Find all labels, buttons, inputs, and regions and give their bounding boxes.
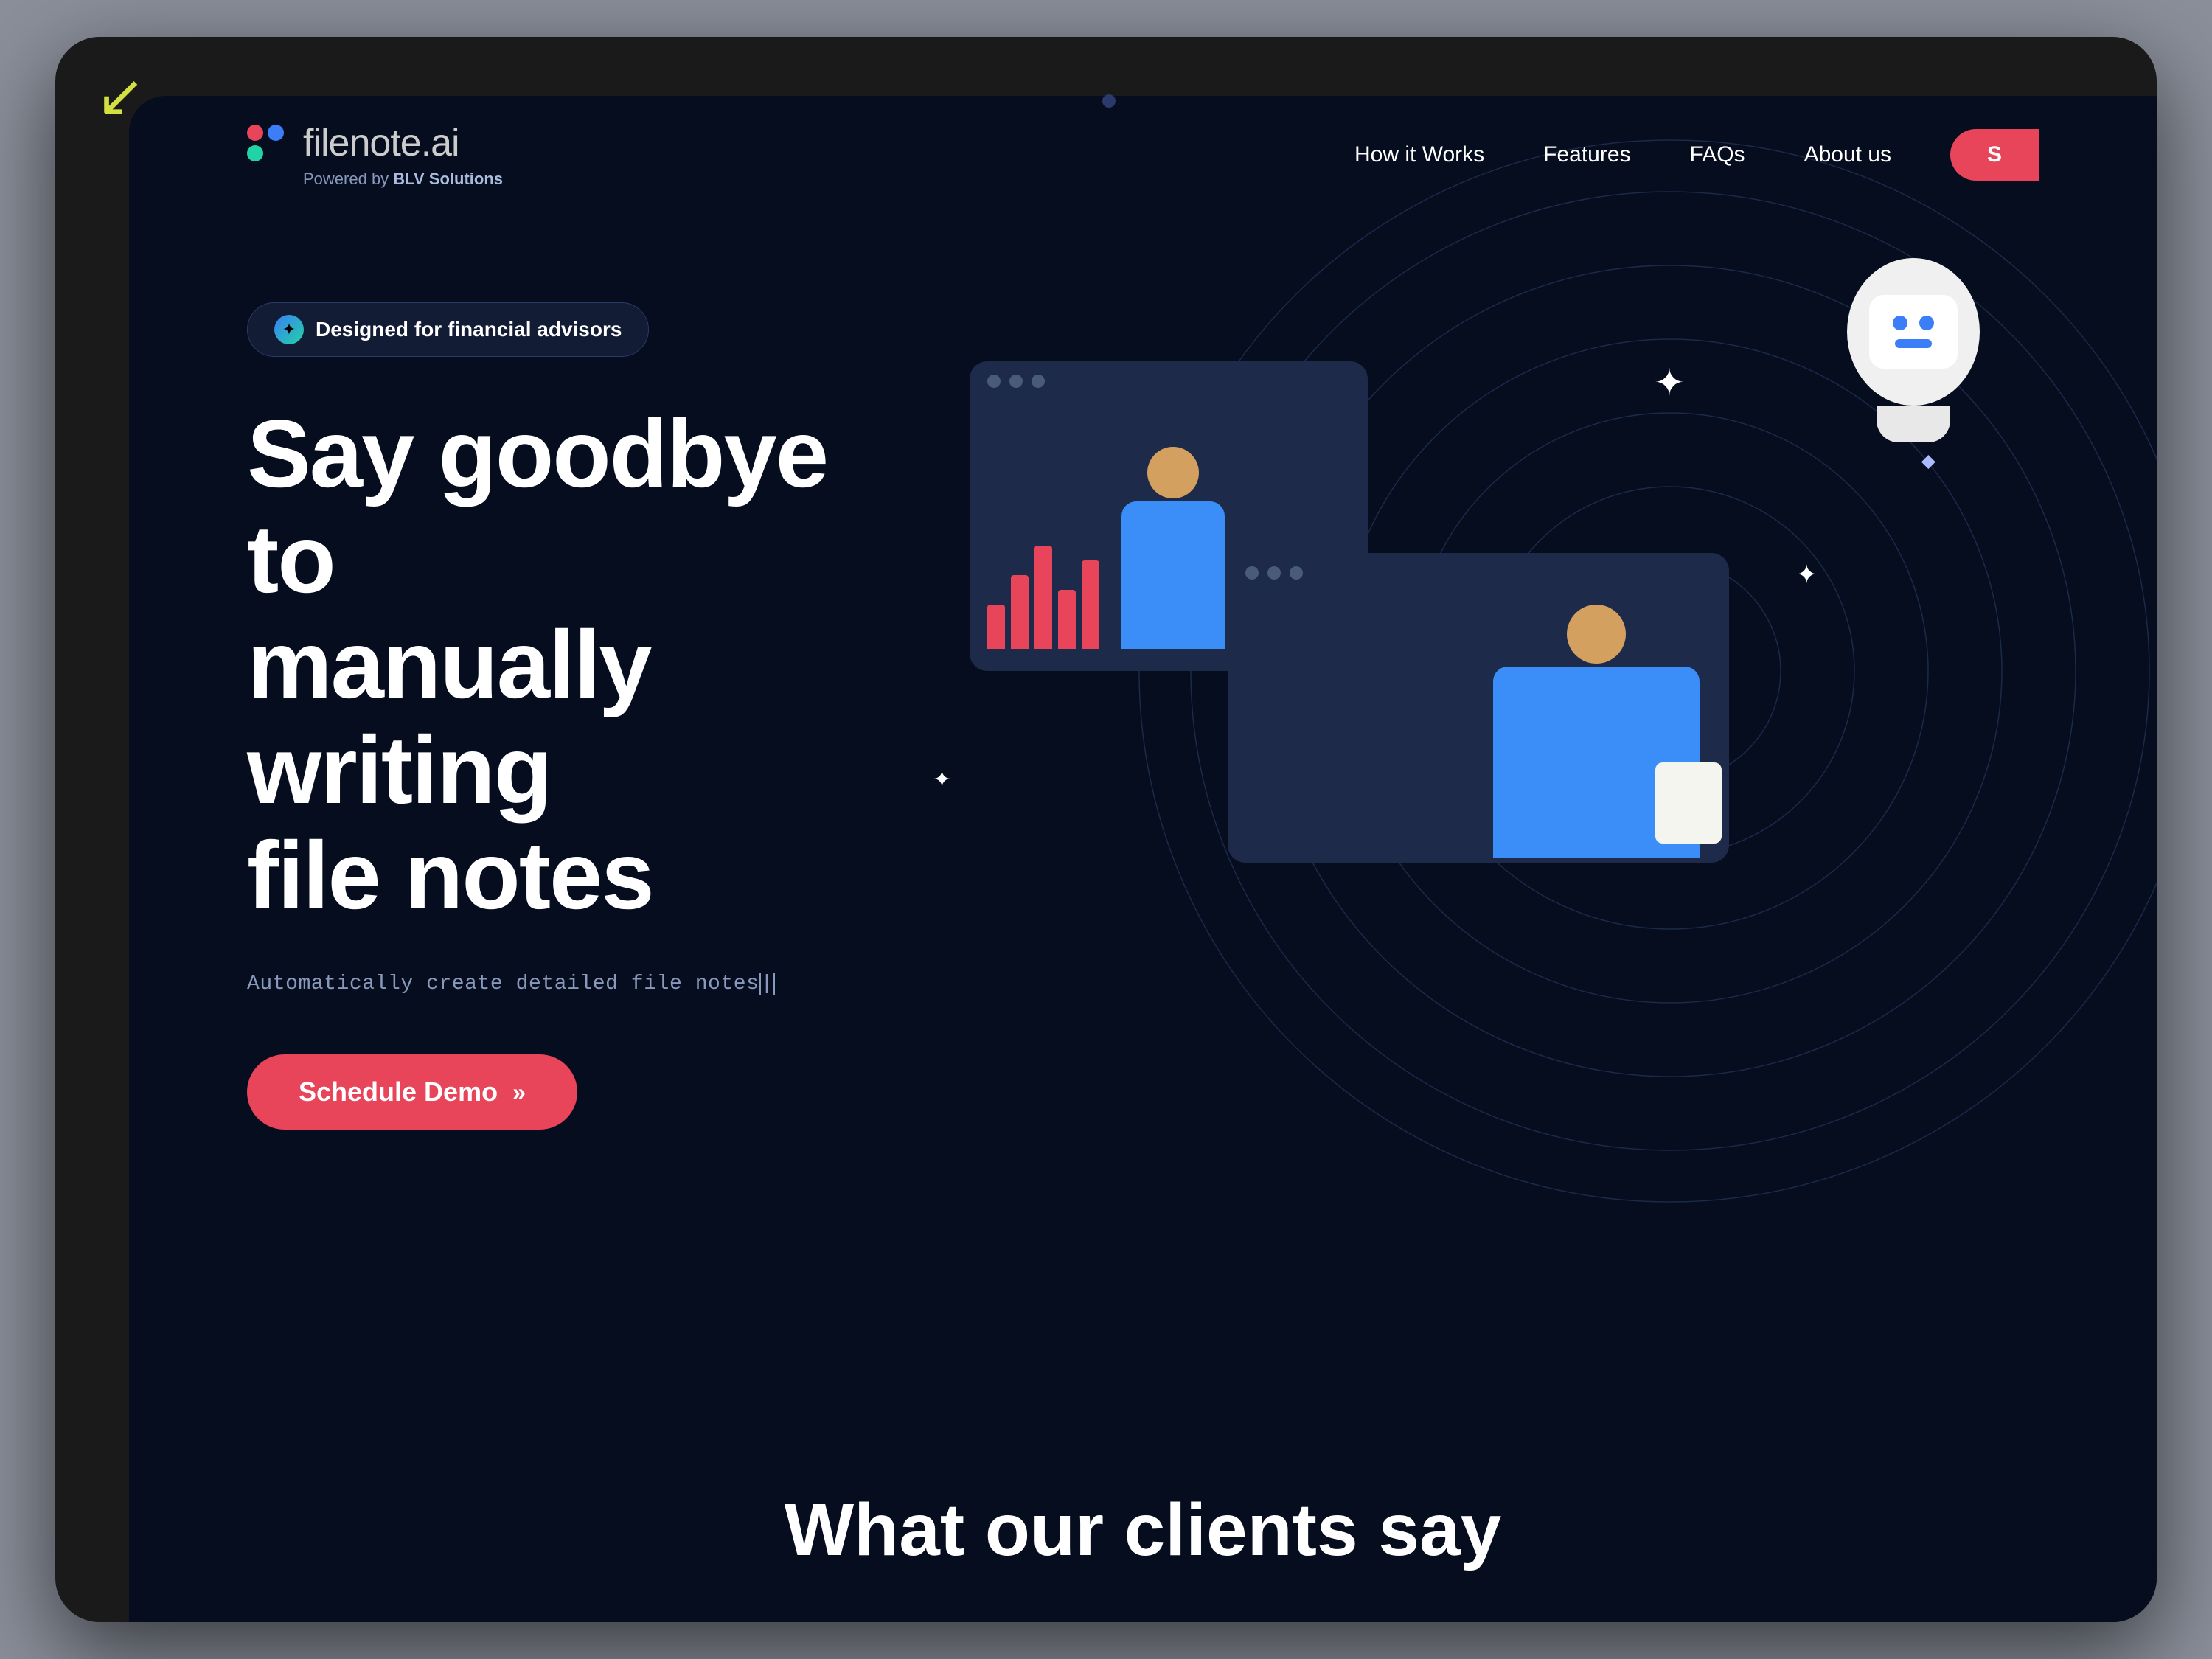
hero-subtitle: Automatically create detailed file notes… <box>247 973 911 995</box>
robot-eye-right <box>1919 316 1934 330</box>
robot-face <box>1869 295 1958 369</box>
hero-title-line2: manually writing <box>247 611 651 824</box>
chart-bar-3 <box>1034 546 1052 649</box>
card-person-area-2 <box>1228 593 1729 858</box>
dot-red <box>247 125 263 141</box>
screen: filenote.ai Powered by BLV Solutions How… <box>129 96 2157 1622</box>
brand-tld: .ai <box>421 122 459 164</box>
card-dot-3 <box>1032 375 1045 388</box>
mini-chart <box>987 531 1099 649</box>
signup-button[interactable]: S <box>1950 129 2039 181</box>
robot-body <box>1847 258 1980 406</box>
schedule-demo-button[interactable]: Schedule Demo » <box>247 1054 577 1130</box>
laptop-wrapper: ↙ filenote.ai <box>55 37 2157 1622</box>
sparkle-2: ✦ <box>1796 560 1818 590</box>
badge-icon: ✦ <box>274 315 304 344</box>
sparkle-1: ✦ <box>1654 361 1685 404</box>
person-figure-2 <box>1493 605 1700 858</box>
card-top-bar-1 <box>970 361 1368 401</box>
person-head-1 <box>1147 447 1199 498</box>
person-body-2 <box>1493 667 1700 858</box>
navbar: filenote.ai Powered by BLV Solutions How… <box>129 96 2157 214</box>
brand-name: filenote <box>303 122 421 164</box>
robot-figure <box>1847 258 1980 442</box>
logo-row: filenote.ai <box>247 121 503 165</box>
hero-illustration: ✦ ✦ ✦ ◆ <box>911 302 2039 966</box>
card-video-2 <box>1228 553 1729 863</box>
camera-dot <box>1102 94 1116 108</box>
chart-bar-5 <box>1082 560 1099 649</box>
card-dot-1 <box>987 375 1001 388</box>
bottom-section: What our clients say <box>129 1438 2157 1622</box>
hero-title-line1: Say goodbye to <box>247 400 827 613</box>
person-head-2 <box>1567 605 1626 664</box>
logo-area: filenote.ai Powered by BLV Solutions <box>247 121 503 189</box>
robot-eyes <box>1893 316 1934 330</box>
chart-bar-4 <box>1058 590 1076 649</box>
badge-text: Designed for financial advisors <box>316 318 622 341</box>
robot-mouth <box>1895 339 1932 348</box>
person-tablet <box>1655 762 1722 844</box>
hero-title-line3: file notes <box>247 821 653 929</box>
badge: ✦ Designed for financial advisors <box>247 302 649 357</box>
card-top-bar-2 <box>1228 553 1729 593</box>
hero-section: ✦ Designed for financial advisors Say go… <box>129 229 2157 1622</box>
card-dot-4 <box>1245 566 1259 580</box>
nav-how-it-works[interactable]: How it Works <box>1354 142 1484 167</box>
nav-features[interactable]: Features <box>1543 142 1630 167</box>
person-figure-1 <box>1121 447 1225 649</box>
robot-bottom <box>1877 406 1950 442</box>
card-dot-5 <box>1267 566 1281 580</box>
sparkle-4: ◆ <box>1921 450 1935 472</box>
cta-label: Schedule Demo <box>299 1077 498 1107</box>
logo-dots <box>247 125 288 161</box>
bottom-title: What our clients say <box>785 1488 1501 1573</box>
nav-about-us[interactable]: About us <box>1804 142 1891 167</box>
hero-left: ✦ Designed for financial advisors Say go… <box>247 302 911 1130</box>
card-dot-2 <box>1009 375 1023 388</box>
sparkle-3: ✦ <box>933 767 951 793</box>
cursor-icon: ↙ <box>96 66 145 125</box>
laptop-bezel: ↙ filenote.ai <box>55 37 2157 1622</box>
logo-text: filenote.ai <box>303 121 459 165</box>
dot-green <box>247 145 263 161</box>
card-dot-6 <box>1290 566 1303 580</box>
person-body-1 <box>1121 501 1225 649</box>
dot-blue <box>268 125 284 141</box>
robot-eye-left <box>1893 316 1907 330</box>
chart-bar-2 <box>1011 575 1029 649</box>
hero-title: Say goodbye to manually writing file not… <box>247 401 911 928</box>
brand-company: BLV Solutions <box>393 170 503 188</box>
cta-arrows: » <box>512 1079 526 1106</box>
nav-faqs[interactable]: FAQs <box>1690 142 1745 167</box>
logo-powered: Powered by BLV Solutions <box>247 170 503 189</box>
chart-bar-1 <box>987 605 1005 649</box>
nav-links: How it Works Features FAQs About us S <box>1354 129 2039 181</box>
